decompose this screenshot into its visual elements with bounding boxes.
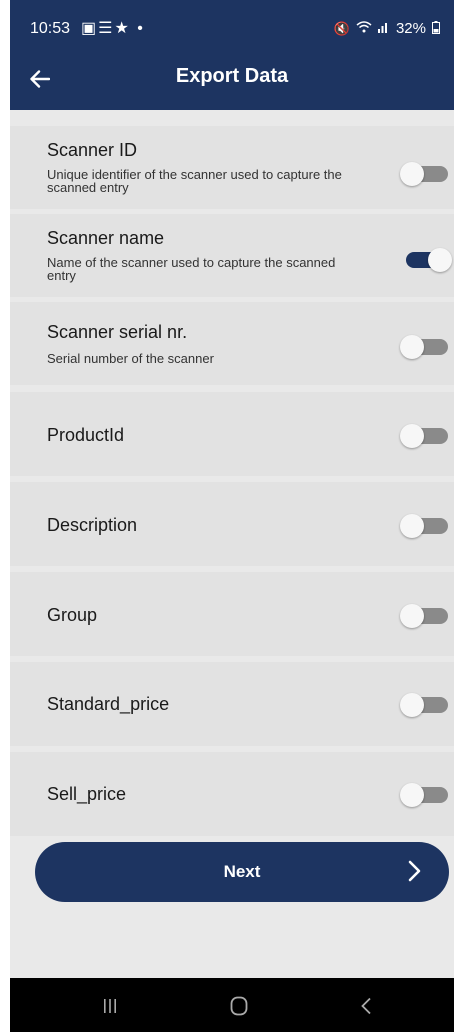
dot-icon: • [137, 20, 145, 37]
page-title: Export Data [175, 65, 289, 87]
field-title: ProductId [47, 425, 125, 445]
gallery-icon: ▣ [81, 20, 99, 37]
home-button[interactable] [219, 992, 259, 1020]
field-toggle[interactable] [400, 514, 448, 538]
battery-icon [432, 20, 440, 37]
next-button-label: Next [223, 862, 261, 881]
toggle-knob [400, 424, 424, 448]
field-title: Scanner ID [47, 140, 138, 160]
recent-apps-icon [104, 999, 116, 1013]
field-toggle[interactable] [400, 335, 448, 359]
field-row-sell-price[interactable]: Sell_price [10, 752, 454, 836]
field-row-scanner-serial[interactable]: Scanner serial nr. Serial number of the … [10, 302, 454, 385]
field-row-description[interactable]: Description [10, 482, 454, 566]
recent-apps-button[interactable] [90, 992, 130, 1020]
signal-icon [377, 21, 390, 36]
field-title: Description [47, 515, 138, 535]
field-row-scanner-id[interactable]: Scanner ID Unique identifier of the scan… [10, 126, 454, 209]
battery-text: 32% [395, 20, 426, 37]
field-toggle[interactable] [400, 604, 448, 628]
chevron-right-icon [408, 860, 421, 882]
field-toggle[interactable] [400, 424, 448, 448]
status-right: 🔇 32% [334, 20, 440, 37]
status-notification-icons: ▣☰★ • [81, 18, 145, 38]
field-row-group[interactable]: Group [10, 572, 454, 656]
app-bar: Export Data [10, 48, 454, 110]
toggle-knob [400, 335, 424, 359]
mute-icon: 🔇 [333, 20, 350, 36]
wifi-icon [356, 21, 372, 36]
field-toggle[interactable] [400, 693, 448, 717]
field-title: Group [47, 605, 98, 625]
toggle-knob [428, 248, 452, 272]
toggle-knob [400, 693, 424, 717]
system-nav-bar [10, 978, 454, 1032]
field-title: Standard_price [47, 694, 170, 714]
field-toggle[interactable] [406, 248, 452, 272]
field-row-product-id[interactable]: ProductId [10, 392, 454, 476]
toggle-knob [400, 783, 424, 807]
field-title: Scanner name [47, 228, 165, 248]
back-nav-button[interactable] [346, 992, 386, 1020]
field-title: Sell_price [47, 784, 127, 804]
toggle-knob [400, 514, 424, 538]
field-description: Name of the scanner used to capture the … [47, 255, 336, 283]
field-row-scanner-name[interactable]: Scanner name Name of the scanner used to… [10, 214, 454, 297]
field-title: Scanner serial nr. [47, 322, 188, 342]
menu-icon: ☰ [98, 20, 115, 37]
field-description: Unique identifier of the scanner used to… [47, 167, 342, 195]
toggle-knob [400, 604, 424, 628]
toggle-knob [400, 162, 424, 186]
back-chevron-icon [361, 997, 371, 1015]
field-toggle[interactable] [400, 162, 448, 186]
home-icon [230, 996, 248, 1016]
accessibility-icon: ★ [114, 20, 131, 37]
field-toggle[interactable] [400, 783, 448, 807]
next-button[interactable]: Next [35, 842, 449, 902]
field-row-standard-price[interactable]: Standard_price [10, 662, 454, 746]
phone-screen: 10:53 ▣☰★ • 🔇 32% Export Data Scanner ID… [10, 0, 454, 1032]
status-time: 10:53 [30, 20, 71, 37]
field-description: Serial number of the scanner [47, 351, 214, 366]
